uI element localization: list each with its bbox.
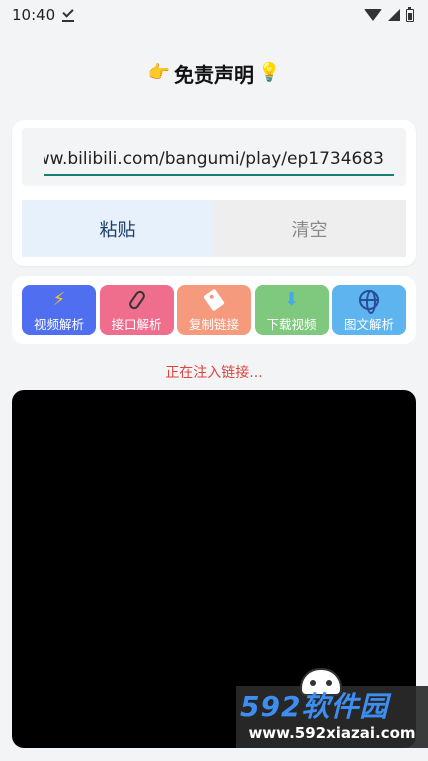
url-input-underline: [44, 174, 394, 176]
status-bar: 10:40: [0, 0, 428, 30]
tool-label: 接口解析: [111, 316, 162, 332]
pointing-hand-icon: 👉: [147, 62, 170, 83]
tools-card: ⚡ 视频解析 接口解析 复制链接 ⬇ 下载视频 图文解析: [12, 276, 416, 344]
paste-button[interactable]: 粘贴: [22, 200, 213, 257]
download-done-icon: [61, 6, 75, 22]
download-video-button[interactable]: ⬇ 下载视频: [254, 285, 329, 335]
url-input[interactable]: [44, 146, 384, 172]
tool-label: 下载视频: [266, 316, 317, 332]
globe-icon: [359, 288, 379, 314]
status-right: [364, 6, 414, 22]
copy-link-button[interactable]: 复制链接: [177, 285, 251, 335]
signal-icon: [388, 9, 400, 21]
status-message: 正在注入链接...: [165, 365, 263, 381]
tag-icon: [203, 288, 225, 312]
tool-label: 图文解析: [343, 316, 394, 332]
lightning-icon: ⚡: [52, 289, 66, 310]
wifi-icon: [364, 9, 382, 21]
clock: 10:40: [12, 6, 56, 24]
tool-label: 复制链接: [188, 316, 239, 332]
light-bulb-icon: 💡: [258, 62, 281, 83]
url-actions: 粘贴 清空: [22, 200, 406, 257]
image-text-parse-button[interactable]: 图文解析: [332, 285, 406, 335]
status-left: 10:40: [12, 6, 75, 24]
api-parse-button[interactable]: 接口解析: [99, 285, 174, 335]
disclaimer-title[interactable]: 👉 免责声明 💡: [0, 56, 428, 90]
clear-button[interactable]: 清空: [213, 200, 406, 257]
watermark-url: www.592xiazai.com: [248, 724, 416, 742]
url-card: 粘贴 清空: [12, 120, 416, 266]
url-input-container: [22, 128, 406, 186]
page-title: 免责声明: [174, 62, 254, 87]
tool-label: 视频解析: [33, 316, 84, 332]
battery-icon: [406, 6, 414, 22]
paperclip-icon: [126, 288, 147, 312]
watermark-logo: 592软件园: [240, 690, 389, 723]
download-arrow-icon: ⬇: [283, 289, 300, 310]
video-parse-button[interactable]: ⚡ 视频解析: [22, 285, 96, 335]
